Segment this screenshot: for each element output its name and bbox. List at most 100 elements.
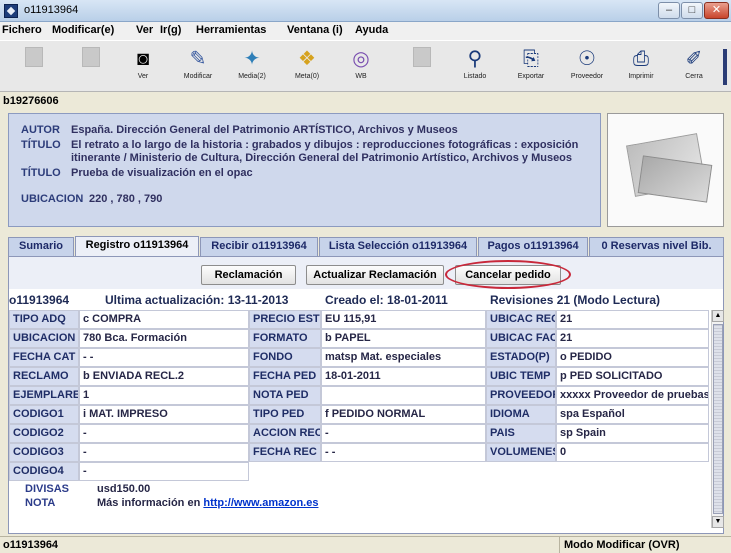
ubicacion-value: 220 , 780 , 790 [89, 193, 163, 205]
bib-record-id: b19276606 [3, 95, 59, 107]
field-label: PROVEEDOR [486, 386, 556, 405]
toolbar-listado-button[interactable]: ⚲ Listado [449, 45, 501, 89]
actualizar-reclamacion-button[interactable]: Actualizar Reclamación [306, 265, 444, 285]
new-record-icon [21, 47, 47, 71]
reclamacion-button[interactable]: Reclamación [201, 265, 296, 285]
field-value[interactable]: EU 115,91 [321, 310, 486, 329]
toolbar-cerrar-button[interactable]: ✐ Cerra [668, 45, 720, 89]
field-value[interactable]: 0 [556, 443, 709, 462]
highlight-circle [445, 260, 571, 289]
status-record-id: o11913964 [3, 539, 59, 551]
toolbar: ◙ Ver ✎ Modificar ✦ Media(2) ❖ Meta(0) ◎… [0, 40, 731, 92]
menu-bar: Fichero Modificar(e) Ver Ir(g) Herramien… [0, 22, 731, 40]
field-label: FORMATO [249, 329, 321, 348]
toolbar-wb-button[interactable]: ◎ WB [335, 45, 387, 89]
field-label: RECLAMO [9, 367, 79, 386]
menu-ir[interactable]: Ir(g) [160, 24, 181, 36]
field-label: CODIGO1 [9, 405, 79, 424]
field-value[interactable]: i MAT. IMPRESO [79, 405, 249, 424]
field-label: NOTA PED [249, 386, 321, 405]
field-value[interactable]: 21 [556, 329, 709, 348]
titulo-label: TÍTULO [21, 139, 61, 151]
title-bar: o11913964 – □ ✕ [0, 0, 731, 22]
toolbar-media-button[interactable]: ✦ Media(2) [226, 45, 278, 89]
field-value[interactable] [321, 386, 486, 405]
menu-ventana[interactable]: Ventana (i) [287, 24, 343, 36]
field-label: VOLUMENES [486, 443, 556, 462]
field-value[interactable]: - [79, 424, 249, 443]
field-value[interactable]: xxxxx Proveedor de pruebas [556, 386, 709, 405]
menu-fichero[interactable]: Fichero [2, 24, 42, 36]
autor-value: España. Dirección General del Patrimonio… [71, 124, 458, 136]
field-value[interactable]: 21 [556, 310, 709, 329]
field-value[interactable]: b PAPEL [321, 329, 486, 348]
vertical-scrollbar[interactable]: ▲ ▼ [711, 310, 724, 528]
amazon-link[interactable]: http://www.amazon.es [203, 497, 318, 509]
book-cover-thumbnail[interactable] [607, 113, 724, 227]
print-icon: ⎙ [633, 48, 649, 70]
tab-registro[interactable]: Registro o11913964 [75, 236, 199, 257]
menu-modificar[interactable]: Modificar(e) [52, 24, 114, 36]
field-value[interactable]: - - [321, 443, 486, 462]
toolbar-exportar-button[interactable]: ⎘ Exportar [505, 45, 557, 89]
scroll-down-icon[interactable]: ▼ [712, 516, 724, 528]
tab-recibir[interactable]: Recibir o11913964 [200, 237, 318, 256]
field-label: PRECIO EST [249, 310, 321, 329]
toolbar-meta-button[interactable]: ❖ Meta(0) [281, 45, 333, 89]
menu-ayuda[interactable]: Ayuda [355, 24, 388, 36]
field-value[interactable]: 18-01-2011 [321, 367, 486, 386]
ubicacion-label: UBICACION [21, 193, 84, 205]
toolbar-imprimir-button[interactable]: ⎙ Imprimir [615, 45, 667, 89]
nota-value: Más información en http://www.amazon.es [97, 497, 318, 509]
field-value[interactable]: matsp Mat. especiales [321, 348, 486, 367]
field-value[interactable]: - - [79, 348, 249, 367]
field-label: CODIGO2 [9, 424, 79, 443]
view-icon: ◙ [136, 48, 150, 70]
toolbar-ver-button[interactable]: ◙ Ver [117, 45, 169, 89]
field-value[interactable]: spa Español [556, 405, 709, 424]
toolbar-new-button[interactable] [8, 45, 60, 89]
divisas-label: DIVISAS [25, 483, 70, 495]
tab-pagos[interactable]: Pagos o11913964 [478, 237, 588, 256]
nota-text: Más información en [97, 497, 204, 509]
field-value[interactable]: - [79, 462, 249, 481]
revisions: Revisiones 21 (Modo Lectura) [490, 293, 661, 307]
edit-icon: ✎ [189, 48, 207, 70]
field-label: UBICAC REC [486, 310, 556, 329]
provider-icon: ☉ [578, 48, 596, 70]
menu-ver[interactable]: Ver [136, 24, 153, 36]
tab-reservas[interactable]: 0 Reservas nivel Bib. [589, 237, 724, 256]
action-strip: Reclamación Actualizar Reclamación Cance… [9, 257, 723, 289]
toolbar-overflow-handle[interactable] [723, 49, 727, 85]
scroll-thumb[interactable] [713, 324, 723, 514]
field-value[interactable]: 1 [79, 386, 249, 405]
titulo-value-line1: El retrato a lo largo de la historia : g… [71, 139, 579, 151]
field-value[interactable]: f PEDIDO NORMAL [321, 405, 486, 424]
field-value[interactable]: o PEDIDO [556, 348, 709, 367]
toolbar-save-button[interactable] [65, 45, 117, 89]
field-value[interactable]: - [79, 443, 249, 462]
toolbar-modificar-button[interactable]: ✎ Modificar [172, 45, 224, 89]
field-label: PAIS [486, 424, 556, 443]
scroll-up-icon[interactable]: ▲ [712, 310, 724, 322]
maximize-button[interactable]: □ [681, 2, 703, 19]
close-window-button[interactable]: ✕ [704, 2, 729, 19]
field-value[interactable]: sp Spain [556, 424, 709, 443]
tab-lista-seleccion[interactable]: Lista Selección o11913964 [319, 237, 477, 256]
field-value[interactable]: 780 Bca. Formación [79, 329, 249, 348]
toolbar-disabled-button[interactable] [396, 45, 448, 89]
field-value[interactable]: b ENVIADA RECL.2 [79, 367, 249, 386]
field-value[interactable]: p PED SOLICITADO [556, 367, 709, 386]
menu-herramientas[interactable]: Herramientas [196, 24, 266, 36]
record-panel: Reclamación Actualizar Reclamación Cance… [8, 256, 724, 534]
export-icon: ⎘ [523, 48, 539, 70]
minimize-button[interactable]: – [658, 2, 680, 19]
record-info-line: o11913964 Ultima actualización: 13-11-20… [9, 292, 723, 308]
search-icon: ⚲ [467, 48, 483, 70]
field-label: ESTADO(P) [486, 348, 556, 367]
field-value[interactable]: - [321, 424, 486, 443]
field-value[interactable]: c COMPRA [79, 310, 249, 329]
field-label: UBICACION [9, 329, 79, 348]
toolbar-proveedor-button[interactable]: ☉ Proveedor [561, 45, 613, 89]
tab-sumario[interactable]: Sumario [8, 237, 74, 256]
